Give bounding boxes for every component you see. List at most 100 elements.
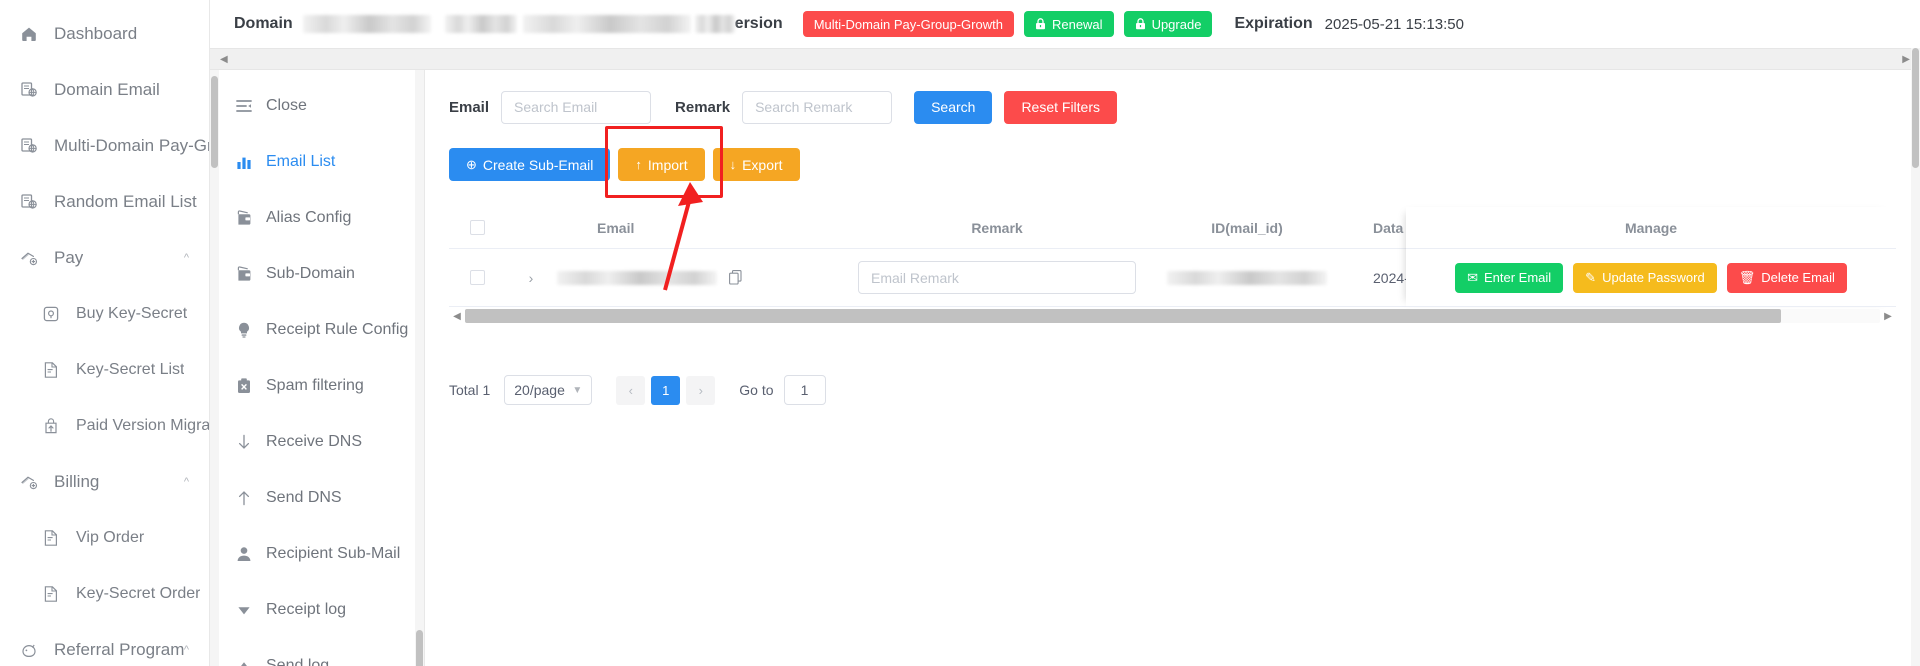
domain-email-icon [18, 81, 40, 99]
subnav-item-label: Spam filtering [266, 377, 364, 394]
bulb-icon [234, 321, 254, 339]
subnav-item-alias-config[interactable]: Alias Config [210, 190, 424, 246]
select-all-cell [449, 220, 505, 235]
row-expand-toggle[interactable]: › [505, 270, 557, 286]
subnav-item-email-list[interactable]: Email List [210, 134, 424, 190]
subnav-item-close[interactable]: Close [210, 78, 424, 134]
referral-icon [18, 641, 40, 659]
upgrade-button[interactable]: Upgrade [1123, 11, 1213, 37]
subnav-item-label: Send log [266, 657, 330, 666]
copy-icon[interactable] [729, 270, 742, 285]
upgrade-label: Upgrade [1151, 16, 1202, 32]
collapse-left-icon[interactable]: ◀ [220, 54, 228, 65]
page-scroll-thumb[interactable] [1912, 48, 1919, 168]
sidebar-item-dashboard[interactable]: Dashboard [0, 6, 209, 62]
pagination-next-button[interactable]: › [686, 375, 716, 405]
sidebar-item-referral-program[interactable]: Referral Program ^ [0, 622, 209, 666]
create-sub-email-label: Create Sub-Email [482, 156, 594, 173]
import-label: Import [647, 156, 688, 173]
subnav-item-label: Sub-Domain [266, 265, 355, 282]
plan-badge[interactable]: Multi-Domain Pay-Group-Growth [802, 11, 1014, 37]
collapse-icon [234, 97, 254, 115]
domain-email-icon [18, 193, 40, 211]
body-row: Close Email List Alias Config Sub-Domain Rec… [210, 70, 1920, 666]
subnav-item-spam-filtering[interactable]: Spam filtering [210, 358, 424, 414]
row-select-cell [449, 270, 505, 285]
pagination-goto-input[interactable] [783, 375, 826, 405]
panel-collapse-strip[interactable]: ◀ ▶ [210, 48, 1920, 70]
update-password-button[interactable]: ✎ Update Password [1573, 262, 1717, 293]
manage-actions-cell: ✉ Enter Email ✎ Update Password 🗑 Delete… [1406, 249, 1896, 307]
pagination-goto-label: Go to [739, 382, 774, 398]
sidebar-item-vip-order[interactable]: Vip Order [0, 510, 209, 566]
page-size-select[interactable]: 20/page ▼ [504, 375, 593, 405]
create-sub-email-button[interactable]: ⊕ Create Sub-Email [449, 148, 611, 181]
page-size-value: 20/page [514, 382, 565, 398]
chevron-up-icon[interactable]: ^ [184, 476, 189, 488]
sidebar-item-label: Vip Order [76, 529, 145, 546]
sidebar-item-label: Paid Version Migration [76, 417, 209, 434]
hscroll-right-arrow[interactable]: ▶ [1880, 311, 1896, 322]
pay-icon [18, 473, 40, 491]
search-button[interactable]: Search [914, 90, 993, 124]
select-all-checkbox[interactable] [469, 220, 485, 235]
doc-icon [40, 361, 62, 379]
export-button[interactable]: ↓ Export [712, 148, 800, 181]
row-email-cell [557, 270, 857, 285]
delete-email-button[interactable]: 🗑 Delete Email [1726, 262, 1847, 293]
row-id-cell [1137, 270, 1357, 285]
sidebar-item-multi-domain-pay-group[interactable]: Multi-Domain Pay-Group [0, 118, 209, 174]
subnav-item-sub-domain[interactable]: Sub-Domain [210, 246, 424, 302]
sidebar-item-label: Multi-Domain Pay-Group [54, 136, 209, 155]
hscroll-left-arrow[interactable]: ◀ [449, 311, 465, 322]
envelope-icon: ✉ [1467, 269, 1478, 285]
subnav-item-receive-dns[interactable]: Receive DNS [210, 414, 424, 470]
sidebar-item-label: Domain Email [54, 80, 160, 99]
hscroll-track[interactable] [465, 309, 1880, 323]
import-button[interactable]: ↑ Import [618, 148, 705, 181]
subnav-item-send-log[interactable]: Send log [210, 638, 424, 666]
page-scroll-track[interactable] [1911, 48, 1920, 666]
hscroll-thumb[interactable] [465, 309, 1781, 323]
sidebar-item-random-email-list[interactable]: Random Email List [0, 174, 209, 230]
sidebar-item-key-secret-list[interactable]: Key-Secret List [0, 342, 209, 398]
triangle-up-icon [234, 657, 254, 666]
table-horizontal-scrollbar[interactable]: ◀ ▶ [449, 307, 1896, 325]
subnav-item-receipt-rule-config[interactable]: Receipt Rule Config [210, 302, 424, 358]
upload-icon: ↑ [635, 157, 642, 172]
content-panel: Email Remark Search Reset Filters ⊕ Crea… [425, 70, 1920, 666]
col-manage-header: Manage [1406, 207, 1896, 249]
subnav-item-label: Alias Config [266, 209, 352, 226]
sidebar-item-key-secret-order[interactable]: Key-Secret Order [0, 566, 209, 622]
sidebar-item-paid-version-migration[interactable]: Paid Version Migration [0, 398, 209, 454]
sidebar-item-billing[interactable]: Billing ^ [0, 454, 209, 510]
renewal-button[interactable]: Renewal [1023, 11, 1114, 37]
subnav-item-recipient-sub-mail[interactable]: Recipient Sub-Mail [210, 526, 424, 582]
sidebar-item-domain-email[interactable]: Domain Email [0, 62, 209, 118]
trash-icon: 🗑 [1738, 269, 1756, 285]
pagination-page-1[interactable]: 1 [651, 375, 681, 405]
subnav-item-send-dns[interactable]: Send DNS [210, 470, 424, 526]
doc-icon [40, 585, 62, 603]
row-checkbox[interactable] [469, 270, 485, 285]
search-email-input[interactable] [501, 90, 652, 124]
row-email-redacted [557, 270, 717, 285]
filter-email-label: Email [449, 98, 490, 116]
sidebar-item-buy-key-secret[interactable]: Buy Key-Secret [0, 286, 209, 342]
chevron-up-icon[interactable]: ^ [184, 644, 189, 656]
expiration-value: 2025-05-21 15:13:50 [1324, 15, 1464, 33]
collapse-right-icon[interactable]: ▶ [1902, 54, 1910, 65]
sidebar-item-pay[interactable]: Pay ^ [0, 230, 209, 286]
top-header: Domain ersion Multi-Domain Pay-Group-Gro… [210, 0, 1920, 48]
pagination-prev-button[interactable]: ‹ [616, 375, 646, 405]
subnav-item-receipt-log[interactable]: Receipt log [210, 582, 424, 638]
row-remark-input[interactable] [858, 261, 1136, 294]
reset-filters-button[interactable]: Reset Filters [1004, 90, 1118, 124]
search-remark-input[interactable] [742, 90, 893, 124]
enter-email-button[interactable]: ✉ Enter Email [1455, 262, 1564, 293]
chevron-up-icon[interactable]: ^ [184, 252, 189, 264]
renewal-label: Renewal [1051, 16, 1103, 32]
subnav-item-label: Receipt log [266, 601, 347, 618]
main-area: Domain ersion Multi-Domain Pay-Group-Gro… [210, 0, 1920, 666]
subnav-item-label: Receipt Rule Config [266, 321, 409, 338]
